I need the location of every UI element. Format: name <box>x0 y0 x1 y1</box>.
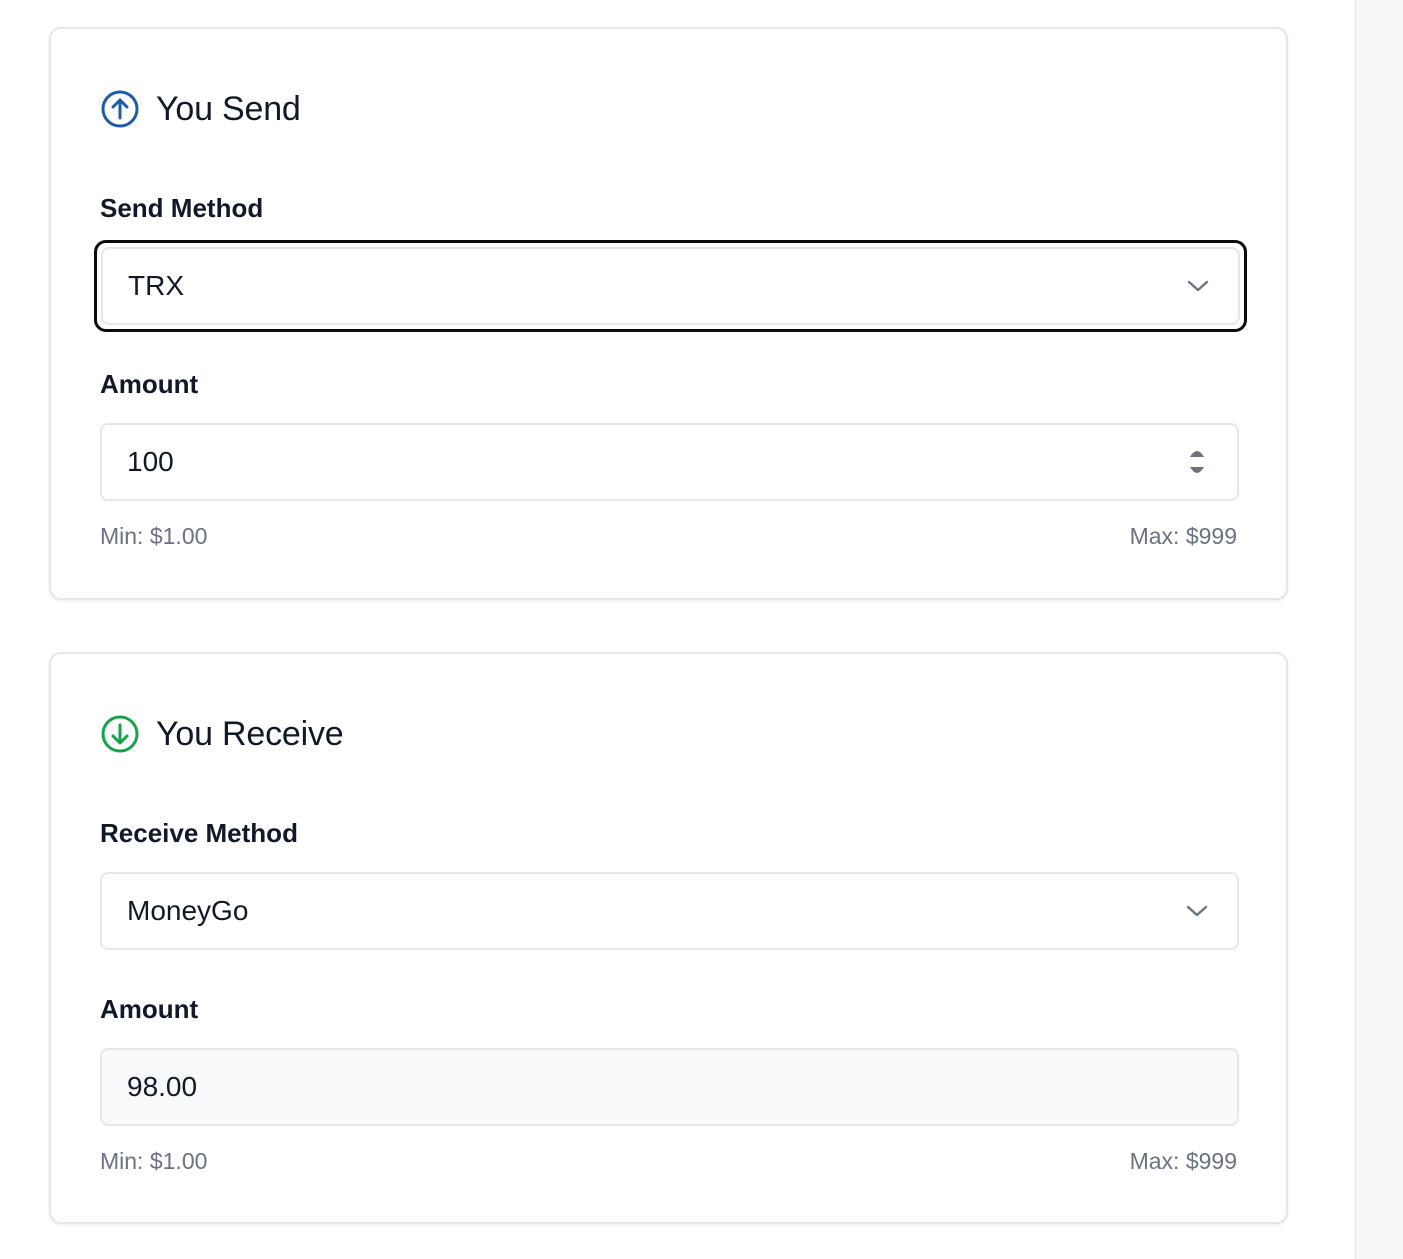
receive-card: You Receive Receive Method MoneyGo Amoun… <box>49 652 1288 1224</box>
send-card: You Send Send Method TRX Amount 100 Min:… <box>49 27 1288 600</box>
send-max-limit: Max: $999 <box>1129 523 1237 549</box>
chevron-down-icon <box>1185 899 1209 923</box>
receive-amount-input[interactable]: 98.00 <box>100 1048 1239 1126</box>
send-amount-value: 100 <box>127 446 174 477</box>
stepper-up-icon[interactable] <box>1188 446 1206 458</box>
arrow-up-circle-icon <box>100 89 140 129</box>
arrow-down-circle-icon <box>100 714 140 754</box>
send-method-value: TRX <box>128 270 184 301</box>
send-method-select[interactable]: TRX <box>94 240 1247 332</box>
receive-card-header: You Receive <box>100 712 344 756</box>
receive-amount-label: Amount <box>100 994 199 1024</box>
send-card-header: You Send <box>100 87 301 131</box>
receive-method-select[interactable]: MoneyGo <box>100 872 1239 950</box>
send-amount-label: Amount <box>100 369 199 399</box>
receive-method-value: MoneyGo <box>127 895 249 926</box>
receive-method-label: Receive Method <box>100 818 298 848</box>
exchange-form-page: You Send Send Method TRX Amount 100 Min:… <box>0 0 1403 1259</box>
send-card-title: You Send <box>156 89 301 128</box>
receive-min-limit: Min: $1.00 <box>100 1148 208 1174</box>
chevron-down-icon <box>1186 274 1210 298</box>
send-amount-input[interactable]: 100 <box>100 423 1239 501</box>
send-min-limit: Min: $1.00 <box>100 523 208 549</box>
send-method-label: Send Method <box>100 193 264 223</box>
stepper-down-icon[interactable] <box>1188 466 1206 478</box>
receive-max-limit: Max: $999 <box>1129 1148 1237 1174</box>
amount-stepper[interactable] <box>1185 440 1209 484</box>
receive-card-title: You Receive <box>156 714 344 753</box>
right-scroll-rail <box>1355 0 1403 1259</box>
receive-amount-value: 98.00 <box>127 1071 198 1102</box>
